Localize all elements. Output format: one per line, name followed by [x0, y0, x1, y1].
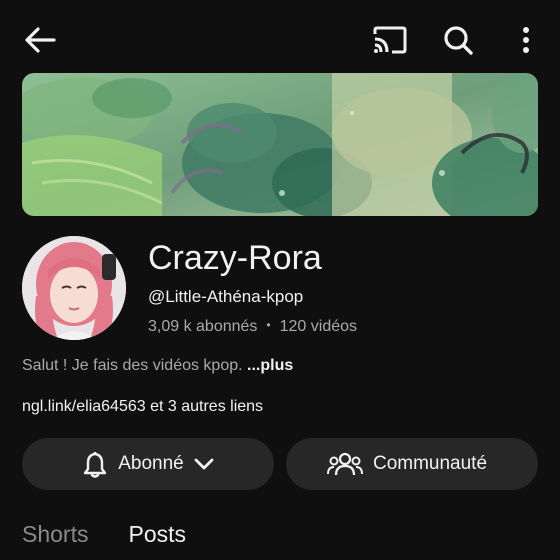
more-options-button[interactable] [510, 22, 542, 58]
more-vertical-icon [523, 27, 529, 53]
description-more-link[interactable]: ...plus [247, 357, 293, 374]
community-label: Communauté [372, 453, 488, 474]
video-count: 120 vidéos [279, 318, 358, 335]
tab-posts[interactable]: Posts [128, 518, 186, 558]
subscriber-count: 3,09 k abonnés [148, 318, 258, 335]
channel-tabs: Shorts Posts [22, 518, 226, 558]
bell-icon [84, 451, 107, 478]
arrow-left-icon [25, 27, 56, 53]
back-button[interactable] [20, 22, 60, 58]
channel-description[interactable]: Salut ! Je fais des vidéos kpop. ...plus [22, 355, 293, 377]
search-icon [444, 26, 473, 55]
channel-stats: 3,09 k abonnés • 120 vidéos [148, 314, 357, 338]
cast-icon [373, 26, 407, 54]
channel-handle: @Little-Athéna-kpop [148, 287, 304, 306]
channel-links[interactable]: ngl.link/elia64563 et 3 autres liens [22, 396, 263, 418]
description-text: Salut ! Je fais des vidéos kpop. [22, 357, 243, 374]
subscribed-button[interactable]: Abonné [22, 438, 274, 490]
channel-avatar[interactable] [22, 236, 126, 340]
chevron-down-icon [194, 458, 214, 470]
channel-banner [22, 73, 538, 216]
subscribed-label: Abonné [118, 453, 184, 474]
cast-button[interactable] [368, 22, 410, 58]
top-app-bar [0, 0, 560, 80]
stats-separator: • [266, 318, 271, 332]
search-button[interactable] [438, 20, 478, 60]
tab-shorts[interactable]: Shorts [22, 518, 88, 558]
channel-name: Crazy-Rora [148, 239, 322, 277]
community-button[interactable]: Communauté [286, 438, 538, 490]
community-icon [326, 452, 363, 476]
